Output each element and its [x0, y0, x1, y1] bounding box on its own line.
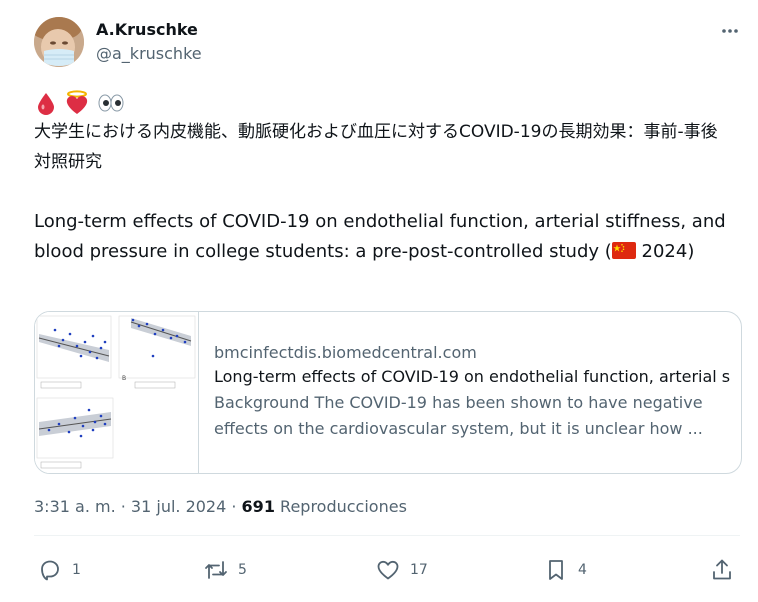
eyes-icon: [98, 94, 124, 112]
author-name[interactable]: A.Kruschke: [96, 19, 202, 41]
tweet-meta: 3:31 a. m. · 31 jul. 2024 · 691 Reproduc…: [34, 496, 407, 518]
card-thumbnail: B: [35, 312, 199, 473]
card-body: bmcinfectdis.biomedcentral.com Long-term…: [214, 342, 730, 442]
like-button[interactable]: 17: [376, 556, 428, 584]
divider: [34, 535, 740, 536]
bookmark-button[interactable]: 4: [544, 556, 587, 584]
tweet-text-jp: 大学生における内皮機能、動脈硬化および血圧に対するCOVID-19の長期効果：事…: [34, 122, 718, 172]
bookmark-icon: [549, 560, 563, 580]
more-dots-icon: [722, 29, 738, 33]
card-domain: bmcinfectdis.biomedcentral.com: [214, 343, 477, 362]
repost-count: 5: [238, 562, 247, 578]
card-description: Background The COVID-19 has been shown t…: [214, 393, 703, 438]
tweet-timestamp[interactable]: 3:31 a. m. · 31 jul. 2024 ·: [34, 497, 242, 516]
author-block: A.Kruschke @a_kruschke: [96, 19, 202, 65]
more-options-button[interactable]: [716, 20, 744, 42]
reply-icon: [41, 560, 59, 581]
heart-icon: [377, 560, 399, 580]
like-count: 17: [410, 562, 428, 578]
tweet-text-en-end: 2024): [635, 241, 695, 262]
author-handle[interactable]: @a_kruschke: [96, 43, 202, 65]
avatar[interactable]: [34, 17, 84, 67]
link-card[interactable]: B bmcinfectdis.biomedcentral.com Long-te…: [34, 311, 742, 474]
reply-count: 1: [72, 562, 81, 578]
share-button[interactable]: [710, 556, 734, 584]
tweet-text: 大学生における内皮機能、動脈硬化および血圧に対するCOVID-19の長期効果：事…: [34, 117, 734, 267]
action-bar: 1 5 17 4: [34, 556, 740, 584]
china-flag-icon: [611, 242, 636, 259]
heart-with-halo-icon: [66, 90, 88, 114]
card-title: Long-term effects of COVID-19 on endothe…: [214, 367, 730, 386]
repost-button[interactable]: 5: [204, 556, 247, 584]
repost-icon: [205, 561, 227, 579]
drop-of-blood-icon: [38, 93, 54, 115]
views-label: Reproducciones: [274, 497, 407, 516]
reply-button[interactable]: 1: [38, 556, 81, 584]
share-icon: [713, 559, 731, 580]
bookmark-count: 4: [578, 562, 587, 578]
view-count: 691: [241, 497, 275, 516]
svg-text:B: B: [122, 375, 126, 382]
emoji-row: [34, 90, 126, 116]
